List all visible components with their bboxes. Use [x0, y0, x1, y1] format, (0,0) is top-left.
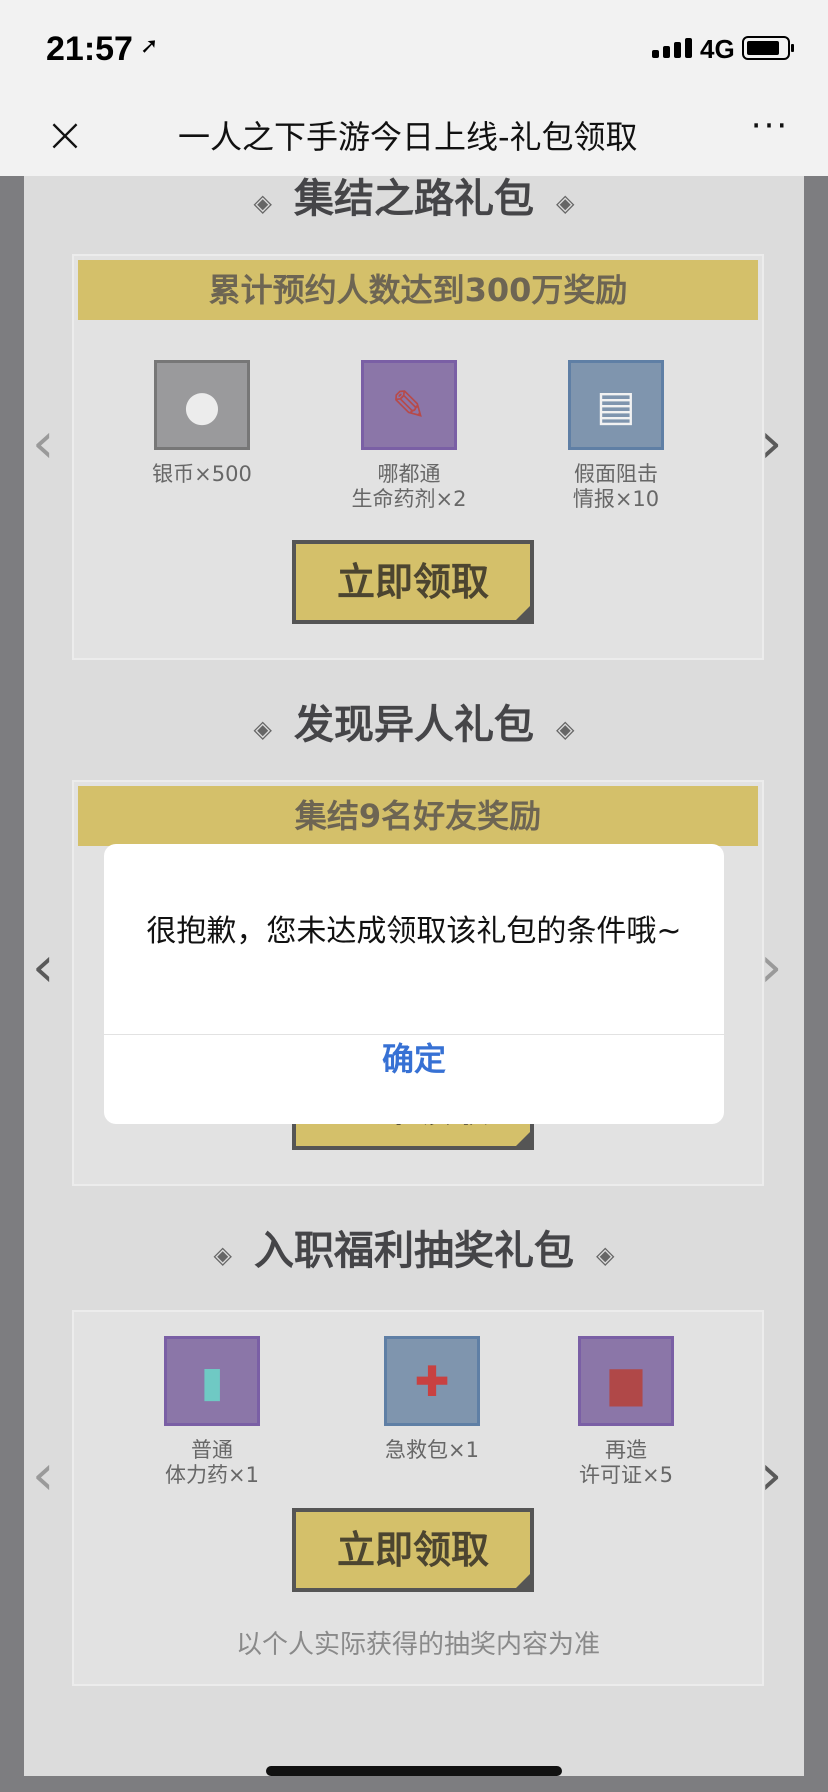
- section-title-2: ◈ 发现异人礼包 ◈: [253, 701, 575, 748]
- dialog-message: 很抱歉，您未达成领取该礼包的条件哦~: [146, 914, 682, 949]
- silver-coin-icon: ●: [154, 360, 250, 450]
- reward-label: 假面阻击 情报×10: [572, 462, 660, 511]
- close-icon[interactable]: ×: [40, 110, 90, 160]
- reward-banner: 集结9名好友奖励: [78, 786, 758, 846]
- reward-label: 银币×500: [152, 462, 252, 486]
- reward-item: ▤ 假面阻击 情报×10: [526, 360, 706, 512]
- diamond-icon: ◈: [596, 1239, 615, 1269]
- permit-book-icon: ▆: [578, 1336, 674, 1426]
- next-arrow-icon[interactable]: ›: [760, 938, 782, 998]
- diamond-icon: ◈: [253, 187, 272, 217]
- lottery-footnote: 以个人实际获得的抽奖内容为准: [235, 1630, 600, 1660]
- battery-icon: [742, 36, 794, 60]
- prev-arrow-icon[interactable]: ‹: [32, 938, 54, 998]
- claim-button[interactable]: 立即领取: [292, 540, 534, 624]
- confirm-button[interactable]: 确定: [104, 1034, 724, 1124]
- reward-label: 哪都通 生命药剂×2: [351, 462, 467, 511]
- intel-document-icon: ▤: [568, 360, 664, 450]
- page-title: 一人之下手游今日上线-礼包领取: [178, 118, 638, 156]
- reward-item: ● 银币×500: [112, 360, 292, 487]
- next-arrow-icon[interactable]: ›: [760, 414, 782, 474]
- diamond-icon: ◈: [253, 713, 272, 743]
- signal-strength-icon: [652, 38, 692, 58]
- reward-item: ✚ 急救包×1: [342, 1336, 522, 1463]
- stamina-bottle-icon: ▮: [164, 1336, 260, 1426]
- potion-vial-icon: ✎: [361, 360, 457, 450]
- reward-item: ▆ 再造 许可证×5: [536, 1336, 716, 1488]
- section-title-1: ◈ 集结之路礼包 ◈: [253, 176, 575, 222]
- gift-card-3: ▮ 普通 体力药×1 ✚ 急救包×1 ▆ 再造 许可证×5 立即领取 以个人实际…: [72, 1310, 764, 1686]
- prev-arrow-icon[interactable]: ‹: [32, 414, 54, 474]
- home-indicator: [266, 1766, 562, 1776]
- first-aid-kit-icon: ✚: [384, 1336, 480, 1426]
- status-bar: 21:57 ➚ 4G: [0, 0, 828, 100]
- reward-label: 再造 许可证×5: [579, 1438, 673, 1487]
- reward-label: 普通 体力药×1: [165, 1438, 259, 1487]
- location-arrow-icon: ➚: [140, 34, 159, 59]
- reward-banner: 累计预约人数达到300万奖励: [78, 260, 758, 320]
- diamond-icon: ◈: [556, 713, 575, 743]
- nav-bar: × 一人之下手游今日上线-礼包领取 ···: [0, 100, 828, 176]
- diamond-icon: ◈: [556, 187, 575, 217]
- alert-dialog: 很抱歉，您未达成领取该礼包的条件哦~ 确定: [104, 844, 724, 1124]
- gift-card-1: 累计预约人数达到300万奖励 ● 银币×500 ✎ 哪都通 生命药剂×2 ▤ 假…: [72, 254, 764, 660]
- prev-arrow-icon[interactable]: ‹: [32, 1446, 54, 1506]
- more-options-icon[interactable]: ···: [740, 106, 800, 156]
- claim-button[interactable]: 立即领取: [292, 1508, 534, 1592]
- next-arrow-icon[interactable]: ›: [760, 1446, 782, 1506]
- network-type: 4G: [700, 34, 735, 64]
- reward-item: ▮ 普通 体力药×1: [122, 1336, 302, 1488]
- section-title-3: ◈ 入职福利抽奖礼包 ◈: [213, 1227, 615, 1274]
- reward-item: ✎ 哪都通 生命药剂×2: [319, 360, 499, 512]
- reward-label: 急救包×1: [385, 1438, 479, 1462]
- status-time: 21:57: [46, 30, 133, 68]
- diamond-icon: ◈: [213, 1239, 232, 1269]
